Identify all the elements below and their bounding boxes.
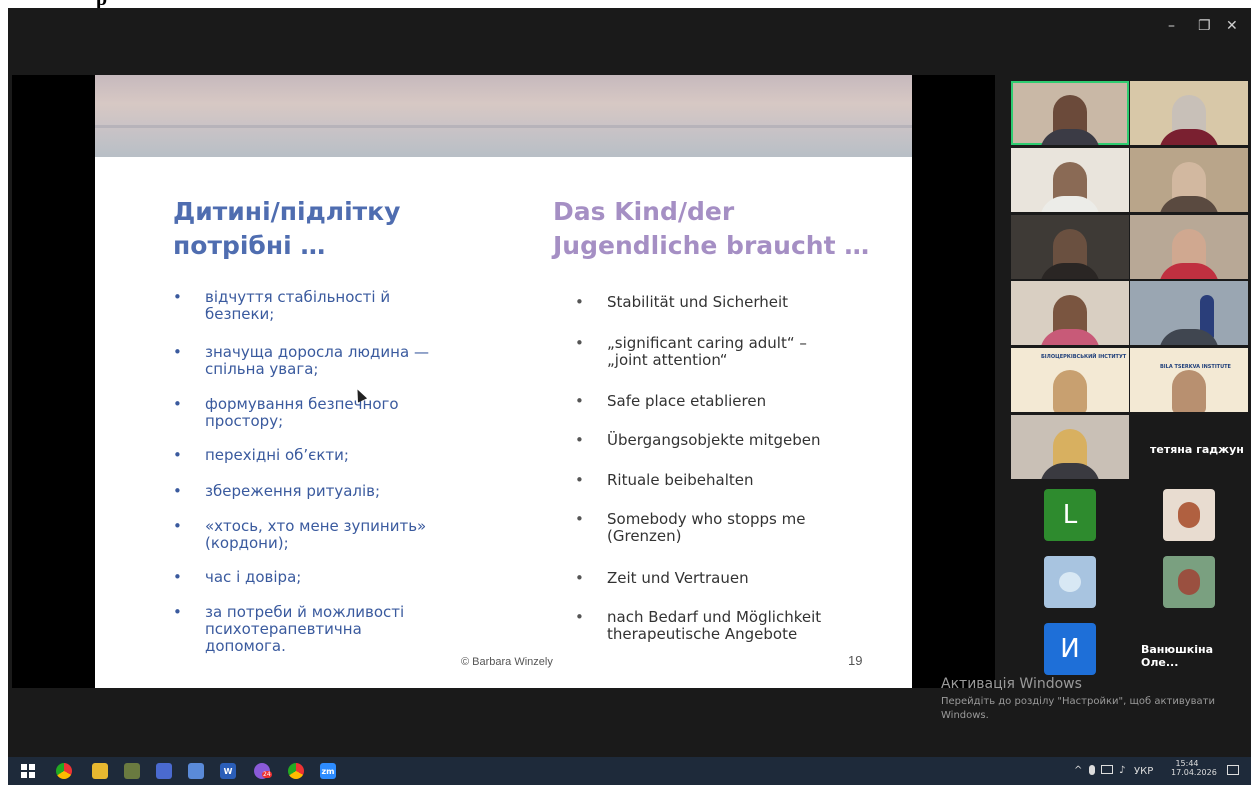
- participant-video-tile[interactable]: [1011, 81, 1129, 145]
- institute-banner-text: BILA TSERKVA INSTITUTE: [1160, 364, 1231, 370]
- slide-title-uk: Дитині/підлітку потрібні …: [173, 197, 401, 260]
- participant-video-tile[interactable]: [1011, 215, 1129, 279]
- avatar-face: [1178, 502, 1200, 528]
- participant-avatar[interactable]: И: [1044, 623, 1096, 675]
- participant-body: [1159, 129, 1219, 145]
- participant-body: [1040, 463, 1100, 479]
- participant-head: [1053, 370, 1087, 412]
- list-item: Rituale beibehalten: [575, 472, 754, 490]
- list-item: значуща доросла людина — спільна увага;: [173, 344, 429, 378]
- list-item: Übergangsobjekte mitgeben: [575, 432, 820, 450]
- zoom-icon[interactable]: zm: [320, 763, 336, 779]
- list-item: Somebody who stopps me (Grenzen): [575, 511, 806, 545]
- participant-video-tile[interactable]: [1011, 415, 1129, 479]
- participant-body: [1040, 329, 1100, 345]
- participant-body: [1040, 263, 1100, 279]
- app-icon[interactable]: [188, 763, 204, 779]
- participant-video-tile[interactable]: [1011, 148, 1129, 212]
- participant-video-tile[interactable]: [1011, 281, 1129, 345]
- participant-body: [1040, 129, 1100, 145]
- list-item: Stabilität und Sicherheit: [575, 294, 788, 312]
- clock-time: 15:44: [1175, 759, 1199, 768]
- top-strip-text: p: [96, 0, 107, 8]
- avatar-face: [1178, 569, 1200, 595]
- teams-icon[interactable]: [156, 763, 172, 779]
- notifications-icon[interactable]: [1227, 765, 1239, 775]
- slide-banner-image: [95, 75, 912, 157]
- slide-copyright: © Barbara Winzely: [461, 656, 553, 668]
- participant-photo-avatar[interactable]: [1163, 489, 1215, 541]
- participant-name[interactable]: Ванюшкіна Оле...: [1141, 643, 1251, 669]
- list-item: відчуття стабільності й безпеки;: [173, 289, 390, 323]
- list-item: збереження ритуалів;: [173, 483, 380, 501]
- list-item: за потреби й можливості психотерапевтичн…: [173, 604, 404, 655]
- participant-video-tile[interactable]: [1130, 215, 1248, 279]
- participant-body: [1159, 196, 1219, 212]
- watermark-text: Перейдіть до розділу "Настройки", щоб ак…: [941, 696, 1215, 721]
- heart-icon: [1059, 572, 1081, 592]
- participant-photo-avatar[interactable]: [1163, 556, 1215, 608]
- list-item: nach Bedarf und Möglichkeit therapeutisc…: [575, 609, 821, 643]
- watermark-title: Активація Windows: [941, 676, 1082, 692]
- volume-icon[interactable]: ♪: [1119, 765, 1125, 776]
- shared-slide: Дитині/підлітку потрібні … Das Kind/der …: [95, 75, 912, 688]
- file-explorer-icon[interactable]: [92, 763, 108, 779]
- participant-video-tile[interactable]: [1130, 81, 1248, 145]
- windows-activation-watermark: Активація Windows Перейдіть до розділу "…: [941, 676, 1221, 723]
- word-icon[interactable]: W: [220, 763, 236, 779]
- list-item: Safe place etablieren: [575, 393, 766, 411]
- list-item: перехідні об’єкти;: [173, 447, 349, 465]
- participant-body: [1159, 263, 1219, 279]
- clock[interactable]: 15:44 17.04.2026: [1171, 759, 1217, 777]
- chrome-icon[interactable]: [56, 763, 72, 779]
- list-item: Zeit und Vertrauen: [575, 570, 749, 588]
- participant-video-tile[interactable]: BILA TSERKVA INSTITUTE: [1130, 348, 1248, 412]
- participant-head: [1172, 370, 1206, 412]
- chrome-profile-icon[interactable]: [288, 763, 304, 779]
- participant-avatar[interactable]: L: [1044, 489, 1096, 541]
- network-icon[interactable]: [1101, 765, 1113, 774]
- language-indicator[interactable]: УКР: [1134, 766, 1153, 777]
- microphone-icon[interactable]: [1089, 765, 1095, 775]
- institute-banner-text: БІЛОЦЕРКІВСЬКИЙ ІНСТИТУТ: [1041, 354, 1127, 360]
- participant-body: [1040, 196, 1100, 212]
- list-item: „significant caring adult“ – „joint atte…: [575, 335, 807, 369]
- slide-page-number: 19: [848, 653, 863, 668]
- slide-title-de: Das Kind/der Jugendliche braucht …: [553, 197, 870, 260]
- participant-video-tile[interactable]: БІЛОЦЕРКІВСЬКИЙ ІНСТИТУТ: [1011, 348, 1129, 412]
- participant-video-tile[interactable]: [1130, 281, 1248, 345]
- windows-start-icon[interactable]: [20, 763, 36, 779]
- clock-date: 17.04.2026: [1171, 768, 1217, 777]
- tray-chevron-icon[interactable]: ^: [1074, 765, 1082, 776]
- heart-image-avatar[interactable]: [1044, 556, 1096, 608]
- top-strip: p: [0, 0, 1251, 8]
- participant-video-tile[interactable]: [1130, 148, 1248, 212]
- windows-taskbar: W 24 zm ^ ♪ УКР 15:44 17.04.2026: [8, 757, 1251, 785]
- participant-name[interactable]: тетяна гаджун: [1150, 443, 1244, 456]
- list-item: час і довіра;: [173, 569, 301, 587]
- close-button[interactable]: ✕: [1226, 18, 1238, 34]
- restore-button[interactable]: ❐: [1198, 18, 1211, 34]
- viber-icon[interactable]: 24: [254, 763, 272, 779]
- app-icon[interactable]: [124, 763, 140, 779]
- list-item: формування безпечного простору;: [173, 396, 398, 430]
- list-item: «хтось, хто мене зупинить» (кордони);: [173, 518, 426, 552]
- notification-badge: 24: [262, 771, 272, 778]
- minimize-button[interactable]: –: [1168, 18, 1175, 34]
